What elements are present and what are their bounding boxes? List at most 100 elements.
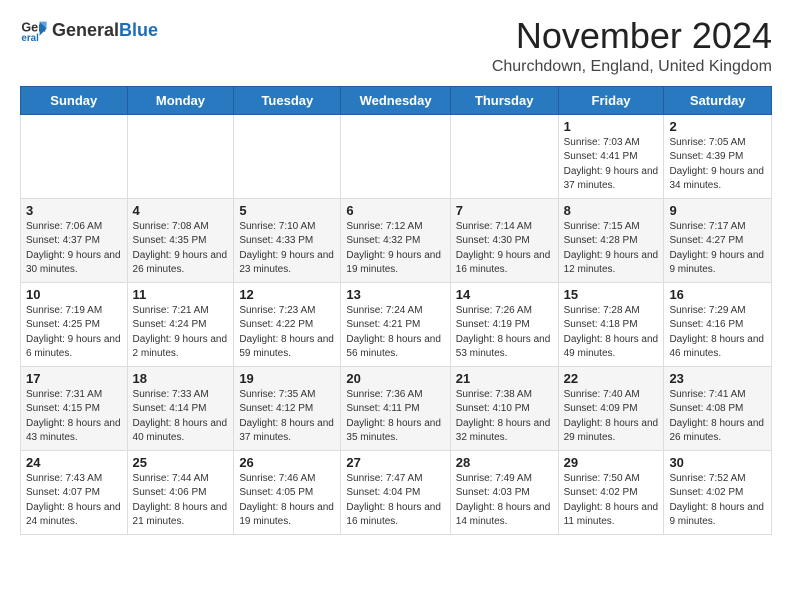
- day-number: 21: [456, 371, 553, 386]
- calendar-week-row: 17 Sunrise: 7:31 AM Sunset: 4:15 PM Dayli…: [21, 366, 772, 450]
- day-number: 10: [26, 287, 122, 302]
- calendar-cell: 19 Sunrise: 7:35 AM Sunset: 4:12 PM Dayli…: [234, 366, 341, 450]
- calendar-cell: [21, 114, 128, 198]
- calendar-cell: [234, 114, 341, 198]
- day-info: Sunrise: 7:33 AM Sunset: 4:14 PM Dayligh…: [133, 388, 229, 446]
- calendar-cell: 8Sunrise: 7:15 AM Sunset: 4:28 PM Daylig…: [558, 198, 664, 282]
- day-info: Sunrise: 7:06 AM Sunset: 4:37 PM Dayligh…: [26, 220, 122, 278]
- calendar-cell: 29Sunrise: 7:50 AM Sunset: 4:02 PM Dayli…: [558, 450, 664, 534]
- day-info: Sunrise: 7:08 AM Sunset: 4:35 PM Dayligh…: [133, 220, 229, 278]
- day-info: Sunrise: 7:05 AM Sunset: 4:39 PM Dayligh…: [669, 136, 766, 194]
- day-header-monday: Monday: [127, 86, 234, 114]
- calendar-cell: [127, 114, 234, 198]
- day-number: 13: [346, 287, 444, 302]
- day-number: 28: [456, 455, 553, 470]
- calendar-cell: 22Sunrise: 7:40 AM Sunset: 4:09 PM Dayli…: [558, 366, 664, 450]
- day-number: 6: [346, 203, 444, 218]
- day-info: Sunrise: 7:19 AM Sunset: 4:25 PM Dayligh…: [26, 304, 122, 362]
- day-header-wednesday: Wednesday: [341, 86, 450, 114]
- month-title: November 2024: [492, 16, 772, 56]
- calendar-cell: 23Sunrise: 7:41 AM Sunset: 4:08 PM Dayli…: [664, 366, 772, 450]
- day-number: 22: [564, 371, 659, 386]
- calendar-cell: 6 Sunrise: 7:12 AM Sunset: 4:32 PM Daylig…: [341, 198, 450, 282]
- day-info: Sunrise: 7:49 AM Sunset: 4:03 PM Dayligh…: [456, 472, 553, 530]
- calendar-cell: 10 Sunrise: 7:19 AM Sunset: 4:25 PM Dayli…: [21, 282, 128, 366]
- svg-text:eral: eral: [21, 33, 39, 44]
- calendar-cell: 4 Sunrise: 7:08 AM Sunset: 4:35 PM Daylig…: [127, 198, 234, 282]
- day-number: 11: [133, 287, 229, 302]
- day-info: Sunrise: 7:12 AM Sunset: 4:32 PM Dayligh…: [346, 220, 444, 278]
- calendar-cell: 27 Sunrise: 7:47 AM Sunset: 4:04 PM Dayli…: [341, 450, 450, 534]
- day-number: 19: [239, 371, 335, 386]
- day-number: 2: [669, 119, 766, 134]
- day-info: Sunrise: 7:47 AM Sunset: 4:04 PM Dayligh…: [346, 472, 444, 530]
- day-number: 17: [26, 371, 122, 386]
- calendar-week-row: 3 Sunrise: 7:06 AM Sunset: 4:37 PM Daylig…: [21, 198, 772, 282]
- day-number: 16: [669, 287, 766, 302]
- location-title: Churchdown, England, United Kingdom: [492, 58, 772, 76]
- calendar-cell: 25Sunrise: 7:44 AM Sunset: 4:06 PM Dayli…: [127, 450, 234, 534]
- day-number: 3: [26, 203, 122, 218]
- day-info: Sunrise: 7:15 AM Sunset: 4:28 PM Dayligh…: [564, 220, 659, 278]
- day-info: Sunrise: 7:26 AM Sunset: 4:19 PM Dayligh…: [456, 304, 553, 362]
- day-info: Sunrise: 7:35 AM Sunset: 4:12 PM Dayligh…: [239, 388, 335, 446]
- day-number: 18: [133, 371, 229, 386]
- calendar-cell: 20 Sunrise: 7:36 AM Sunset: 4:11 PM Dayli…: [341, 366, 450, 450]
- calendar-cell: 17 Sunrise: 7:31 AM Sunset: 4:15 PM Dayli…: [21, 366, 128, 450]
- day-number: 9: [669, 203, 766, 218]
- day-info: Sunrise: 7:29 AM Sunset: 4:16 PM Dayligh…: [669, 304, 766, 362]
- calendar-cell: [450, 114, 558, 198]
- day-info: Sunrise: 7:21 AM Sunset: 4:24 PM Dayligh…: [133, 304, 229, 362]
- day-number: 24: [26, 455, 122, 470]
- day-number: 30: [669, 455, 766, 470]
- logo-icon: Gen eral: [20, 16, 48, 44]
- day-info: Sunrise: 7:46 AM Sunset: 4:05 PM Dayligh…: [239, 472, 335, 530]
- day-number: 14: [456, 287, 553, 302]
- day-header-sunday: Sunday: [21, 86, 128, 114]
- day-info: Sunrise: 7:17 AM Sunset: 4:27 PM Dayligh…: [669, 220, 766, 278]
- day-info: Sunrise: 7:23 AM Sunset: 4:22 PM Dayligh…: [239, 304, 335, 362]
- logo: Gen eral GeneralBlue: [20, 16, 158, 44]
- day-info: Sunrise: 7:10 AM Sunset: 4:33 PM Dayligh…: [239, 220, 335, 278]
- calendar-week-row: 1Sunrise: 7:03 AM Sunset: 4:41 PM Daylig…: [21, 114, 772, 198]
- day-info: Sunrise: 7:24 AM Sunset: 4:21 PM Dayligh…: [346, 304, 444, 362]
- day-number: 5: [239, 203, 335, 218]
- calendar-cell: 28 Sunrise: 7:49 AM Sunset: 4:03 PM Dayli…: [450, 450, 558, 534]
- calendar-cell: 14 Sunrise: 7:26 AM Sunset: 4:19 PM Dayli…: [450, 282, 558, 366]
- logo-general: General: [52, 20, 119, 40]
- day-info: Sunrise: 7:52 AM Sunset: 4:02 PM Dayligh…: [669, 472, 766, 530]
- calendar-cell: 21 Sunrise: 7:38 AM Sunset: 4:10 PM Dayli…: [450, 366, 558, 450]
- calendar-week-row: 24Sunrise: 7:43 AM Sunset: 4:07 PM Dayli…: [21, 450, 772, 534]
- calendar-cell: 7Sunrise: 7:14 AM Sunset: 4:30 PM Daylig…: [450, 198, 558, 282]
- logo-blue: Blue: [119, 20, 158, 40]
- day-number: 15: [564, 287, 659, 302]
- calendar-cell: 26 Sunrise: 7:46 AM Sunset: 4:05 PM Dayli…: [234, 450, 341, 534]
- day-number: 7: [456, 203, 553, 218]
- calendar-cell: 1Sunrise: 7:03 AM Sunset: 4:41 PM Daylig…: [558, 114, 664, 198]
- day-number: 20: [346, 371, 444, 386]
- calendar-cell: 5 Sunrise: 7:10 AM Sunset: 4:33 PM Daylig…: [234, 198, 341, 282]
- calendar-cell: 16 Sunrise: 7:29 AM Sunset: 4:16 PM Dayli…: [664, 282, 772, 366]
- day-number: 26: [239, 455, 335, 470]
- day-header-tuesday: Tuesday: [234, 86, 341, 114]
- calendar-cell: 30 Sunrise: 7:52 AM Sunset: 4:02 PM Dayli…: [664, 450, 772, 534]
- calendar: SundayMondayTuesdayWednesdayThursdayFrid…: [20, 86, 772, 535]
- day-number: 1: [564, 119, 659, 134]
- calendar-cell: 11 Sunrise: 7:21 AM Sunset: 4:24 PM Dayli…: [127, 282, 234, 366]
- day-number: 4: [133, 203, 229, 218]
- calendar-header-row: SundayMondayTuesdayWednesdayThursdayFrid…: [21, 86, 772, 114]
- day-info: Sunrise: 7:44 AM Sunset: 4:06 PM Dayligh…: [133, 472, 229, 530]
- calendar-cell: 12Sunrise: 7:23 AM Sunset: 4:22 PM Dayli…: [234, 282, 341, 366]
- day-info: Sunrise: 7:36 AM Sunset: 4:11 PM Dayligh…: [346, 388, 444, 446]
- day-number: 29: [564, 455, 659, 470]
- day-info: Sunrise: 7:41 AM Sunset: 4:08 PM Dayligh…: [669, 388, 766, 446]
- calendar-cell: 3 Sunrise: 7:06 AM Sunset: 4:37 PM Daylig…: [21, 198, 128, 282]
- calendar-cell: 18 Sunrise: 7:33 AM Sunset: 4:14 PM Dayli…: [127, 366, 234, 450]
- day-number: 27: [346, 455, 444, 470]
- day-header-friday: Friday: [558, 86, 664, 114]
- day-info: Sunrise: 7:31 AM Sunset: 4:15 PM Dayligh…: [26, 388, 122, 446]
- day-header-saturday: Saturday: [664, 86, 772, 114]
- day-info: Sunrise: 7:28 AM Sunset: 4:18 PM Dayligh…: [564, 304, 659, 362]
- calendar-cell: 9 Sunrise: 7:17 AM Sunset: 4:27 PM Daylig…: [664, 198, 772, 282]
- day-info: Sunrise: 7:38 AM Sunset: 4:10 PM Dayligh…: [456, 388, 553, 446]
